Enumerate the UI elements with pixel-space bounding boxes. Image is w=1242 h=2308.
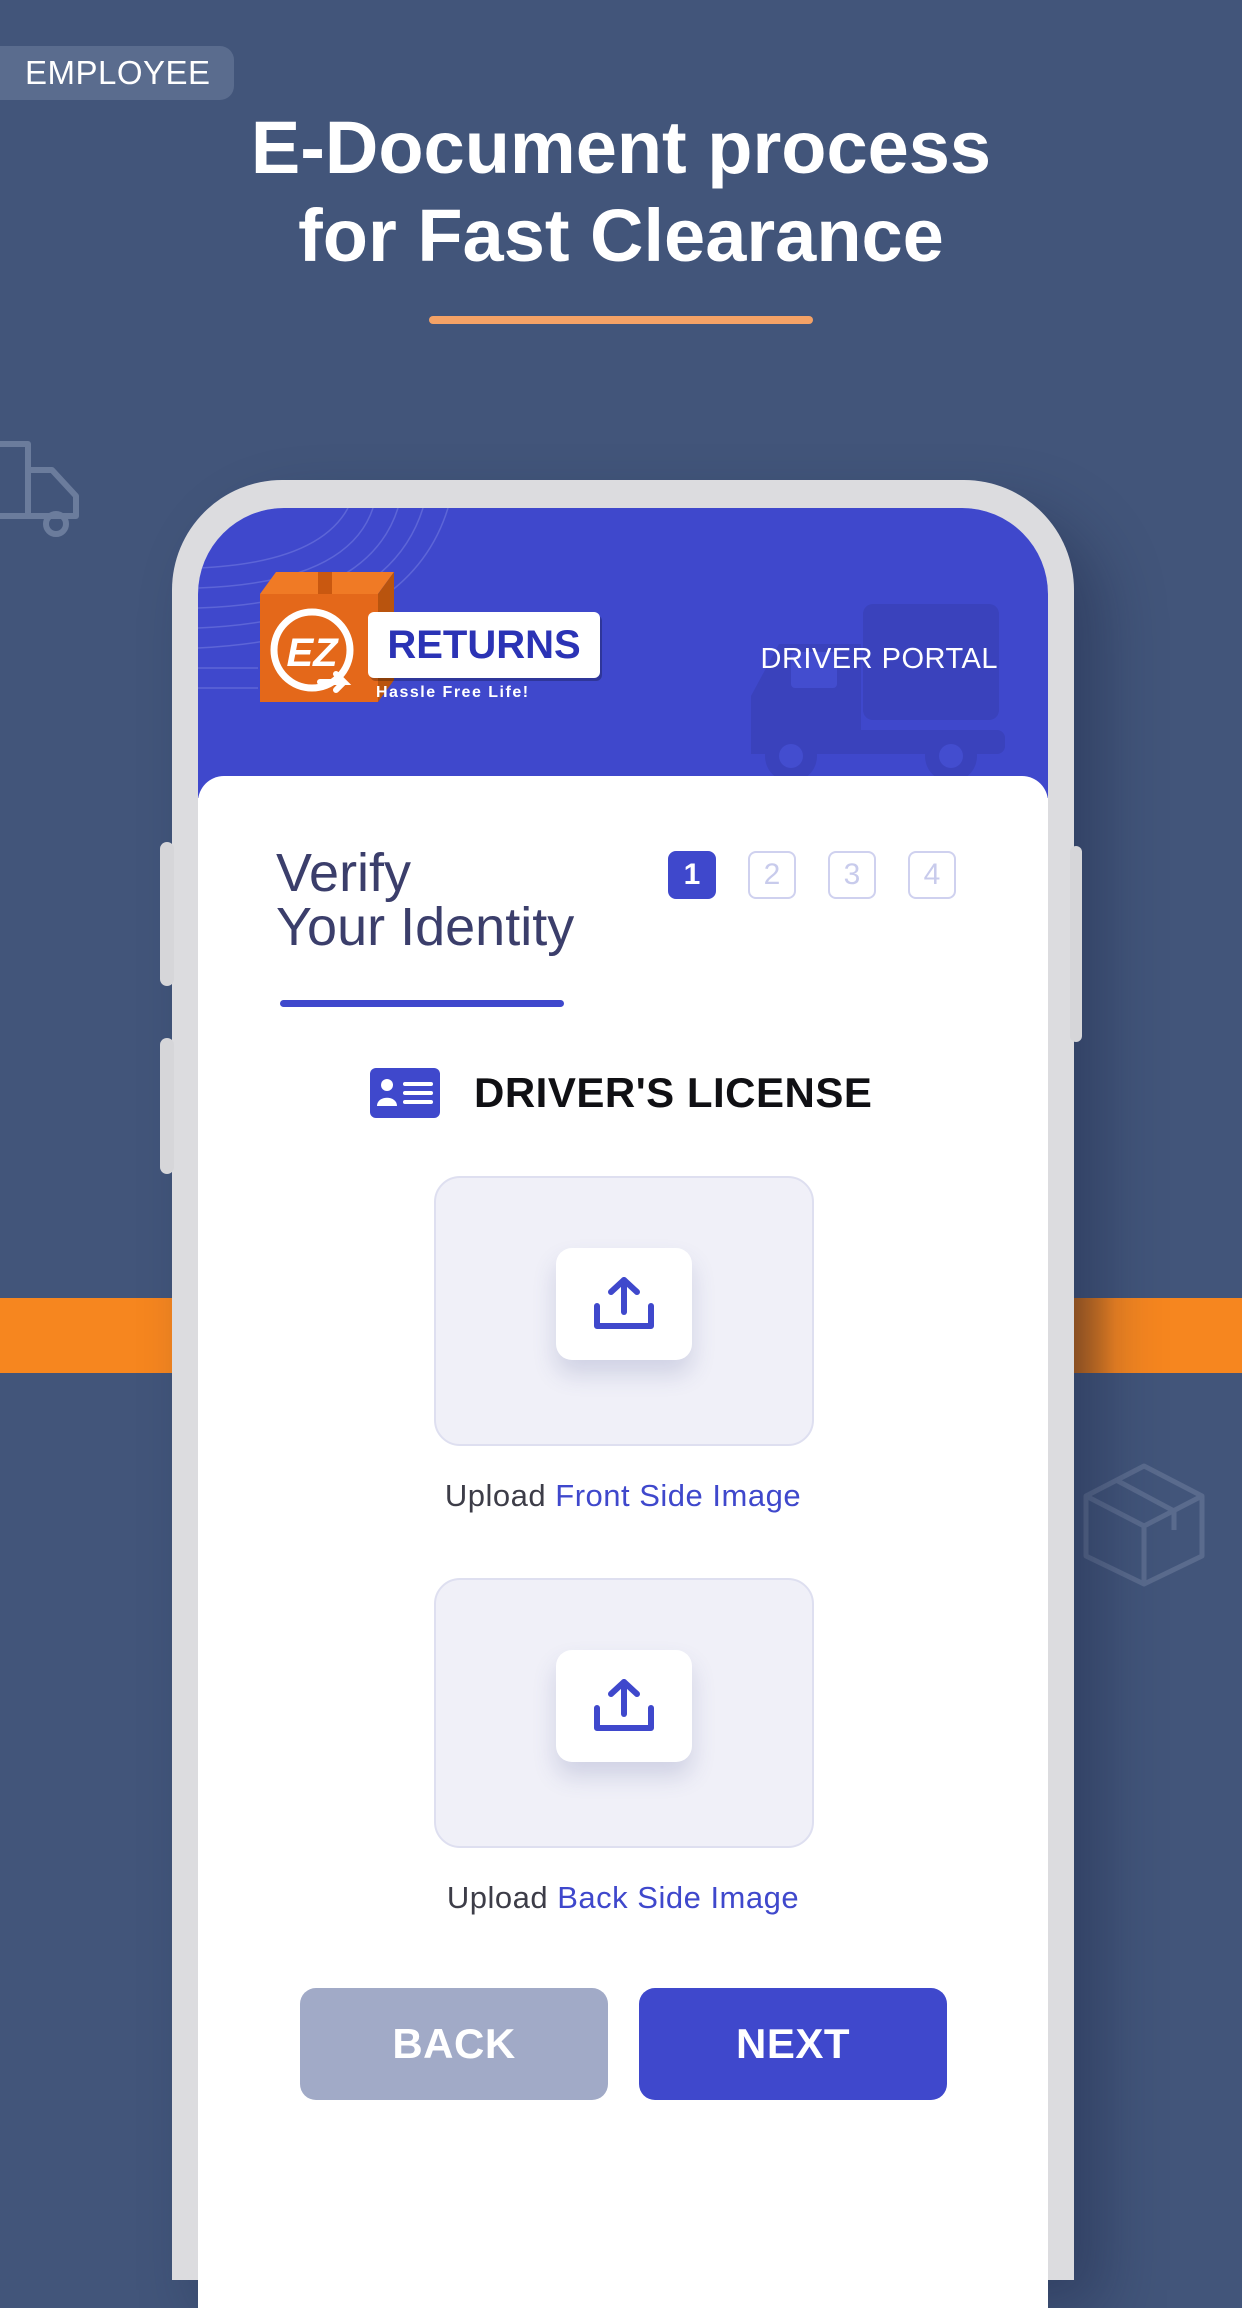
next-button[interactable]: NEXT	[639, 1988, 947, 2100]
employee-badge: EMPLOYEE	[0, 46, 234, 100]
step-4: 4	[908, 851, 956, 899]
back-upload-button[interactable]	[556, 1650, 692, 1762]
headline-line-1: E-Document process	[250, 106, 992, 189]
phone-side-button	[160, 1038, 174, 1174]
title-underline	[280, 1000, 564, 1007]
step-indicator: 1 2 3 4	[668, 851, 956, 899]
step-2: 2	[748, 851, 796, 899]
step-1: 1	[668, 851, 716, 899]
front-upload-button[interactable]	[556, 1248, 692, 1360]
back-upload-caption: Upload Back Side Image	[198, 1880, 1048, 1916]
upload-icon	[594, 1277, 654, 1329]
orange-band-left	[0, 1298, 200, 1373]
app-header: EZ RETURNS Hassle Free Life! DRIVER PORT…	[198, 508, 1048, 798]
orange-band-right	[1060, 1298, 1242, 1373]
truck-icon	[751, 604, 1005, 782]
portal-label: DRIVER PORTAL	[760, 643, 998, 675]
logo-initials: EZ	[286, 631, 339, 675]
license-label: DRIVER'S LICENSE	[474, 1069, 873, 1116]
step-3: 3	[828, 851, 876, 899]
front-upload-dropzone[interactable]	[434, 1176, 814, 1446]
logo-wordmark: RETURNS	[368, 612, 600, 678]
app-screen: EZ RETURNS Hassle Free Life! DRIVER PORT…	[198, 508, 1048, 2308]
logo-tagline: Hassle Free Life!	[376, 684, 530, 701]
page-title-line-1: Verify	[276, 843, 412, 903]
front-side-image-link[interactable]: Front Side Image	[555, 1478, 801, 1513]
page-title-line-2: Your Identity	[276, 897, 575, 957]
box-icon	[1083, 1463, 1205, 1587]
back-side-image-link[interactable]: Back Side Image	[557, 1880, 799, 1915]
truck-icon	[0, 441, 79, 537]
page-title: Verify Your Identity	[276, 846, 574, 954]
upload-prefix: Upload	[444, 1478, 547, 1513]
phone-frame: EZ RETURNS Hassle Free Life! DRIVER PORT…	[160, 480, 1082, 2308]
back-upload-dropzone[interactable]	[434, 1578, 814, 1848]
verify-card: Verify Your Identity 1 2 3 4 DRIVER'S LI…	[198, 776, 1048, 2308]
upload-icon	[594, 1679, 654, 1731]
headline-line-2: for Fast Clearance	[298, 194, 944, 277]
phone-side-button	[1070, 846, 1082, 1042]
id-card-icon	[370, 1068, 440, 1118]
upload-prefix: Upload	[446, 1880, 549, 1915]
license-heading: DRIVER'S LICENSE	[370, 1068, 872, 1118]
front-upload-caption: Upload Front Side Image	[198, 1478, 1048, 1514]
headline: E-Document process for Fast Clearance	[0, 104, 1242, 280]
headline-underline	[429, 316, 813, 324]
back-button[interactable]: BACK	[300, 1988, 608, 2100]
phone-side-button	[160, 842, 174, 986]
